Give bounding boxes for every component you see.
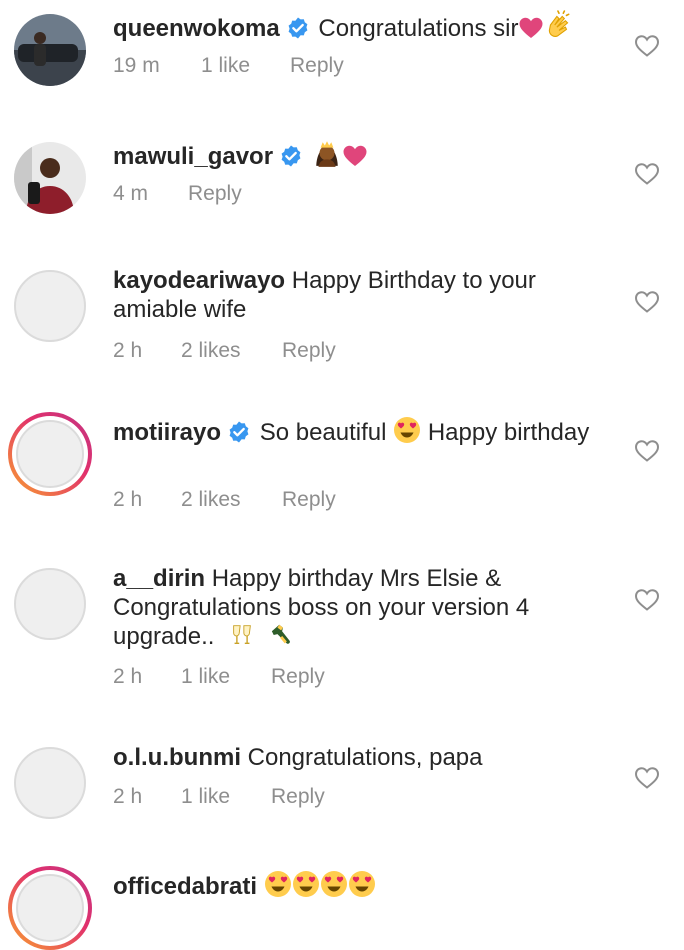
reply-button[interactable]: Reply	[282, 488, 336, 512]
comment-meta: 2 h 2 likes Reply	[113, 339, 336, 363]
comment-likes[interactable]: 1 like	[201, 54, 290, 78]
comment-text: officedabrati	[113, 870, 613, 901]
comment-text: motiirayo So beautiful Happy birthday	[113, 416, 613, 447]
princess-emoji-icon	[312, 138, 342, 168]
avatar[interactable]	[14, 14, 86, 86]
comment-text: o.l.u.bunmi Congratulations, papa	[113, 743, 613, 772]
reply-button[interactable]: Reply	[188, 182, 242, 206]
heart-eyes-emoji-icon	[292, 870, 320, 898]
avatar[interactable]	[14, 747, 86, 819]
avatar[interactable]	[8, 866, 92, 950]
comment-time: 2 h	[113, 488, 143, 511]
clinking-glasses-emoji-icon	[229, 622, 255, 648]
comment-time: 2 h	[113, 785, 143, 808]
avatar[interactable]	[14, 568, 86, 640]
comment-meta: 4 m Reply	[113, 182, 242, 206]
heart-emoji-icon	[342, 144, 368, 168]
reply-button[interactable]: Reply	[271, 665, 325, 689]
clapping-hands-emoji-icon	[544, 10, 574, 40]
comment-time: 2 h	[113, 665, 143, 688]
like-heart-icon[interactable]	[634, 34, 660, 58]
heart-eyes-emoji-icon	[320, 870, 348, 898]
avatar-image	[16, 420, 84, 488]
comment-time: 4 m	[113, 182, 149, 205]
comment-meta: 2 h 1 like Reply	[113, 785, 325, 809]
avatar-story-ring	[12, 416, 88, 492]
reply-button[interactable]: Reply	[290, 54, 344, 78]
comment-likes[interactable]: 1 like	[181, 785, 271, 809]
verified-badge-icon	[279, 144, 303, 168]
comment-meta: 2 h 2 likes Reply	[113, 488, 336, 512]
comment-username[interactable]: mawuli_gavor	[113, 143, 273, 170]
comment-text: kayodeariwayo Happy Birthday to your ami…	[113, 266, 613, 324]
like-heart-icon[interactable]	[634, 766, 660, 790]
heart-eyes-emoji-icon	[348, 870, 376, 898]
heart-eyes-emoji-icon	[393, 416, 421, 444]
comment-meta: 2 h 1 like Reply	[113, 665, 325, 689]
heart-emoji-icon	[518, 16, 544, 40]
comment-body: Congratulations sir	[318, 15, 519, 42]
avatar[interactable]	[14, 270, 86, 342]
avatar[interactable]	[8, 412, 92, 496]
avatar-image	[16, 874, 84, 942]
like-heart-icon[interactable]	[634, 439, 660, 463]
comment-username[interactable]: o.l.u.bunmi	[113, 744, 241, 771]
comment-text: queenwokoma Congratulations sir	[113, 10, 613, 43]
comment-username[interactable]: queenwokoma	[113, 15, 280, 42]
comment-body: So beautiful	[259, 419, 387, 446]
like-heart-icon[interactable]	[634, 162, 660, 186]
comment-meta: 19 m 1 like Reply	[113, 54, 344, 78]
comment-likes[interactable]: 2 likes	[181, 488, 282, 512]
avatar[interactable]	[14, 142, 86, 214]
avatar-story-ring	[12, 870, 88, 946]
comment-username[interactable]: a__dirin	[113, 565, 205, 592]
verified-badge-icon	[227, 420, 251, 444]
comment-time: 19 m	[113, 54, 160, 77]
comment-username[interactable]: motiirayo	[113, 419, 221, 446]
like-heart-icon[interactable]	[634, 290, 660, 314]
comment-likes[interactable]: 1 like	[181, 665, 271, 689]
comment-body-continued: Happy birthday	[427, 419, 590, 446]
comment-username[interactable]: kayodeariwayo	[113, 267, 285, 294]
comment-time: 2 h	[113, 339, 143, 362]
heart-eyes-emoji-icon	[264, 870, 292, 898]
comment-likes[interactable]: 2 likes	[181, 339, 282, 363]
champagne-emoji-icon	[270, 622, 296, 648]
like-heart-icon[interactable]	[634, 588, 660, 612]
comment-body: Congratulations, papa	[247, 744, 483, 771]
comment-text: mawuli_gavor	[113, 138, 613, 171]
reply-button[interactable]: Reply	[282, 339, 336, 363]
comment-text: a__dirin Happy birthday Mrs Elsie & Cong…	[113, 564, 583, 651]
reply-button[interactable]: Reply	[271, 785, 325, 809]
verified-badge-icon	[286, 16, 310, 40]
